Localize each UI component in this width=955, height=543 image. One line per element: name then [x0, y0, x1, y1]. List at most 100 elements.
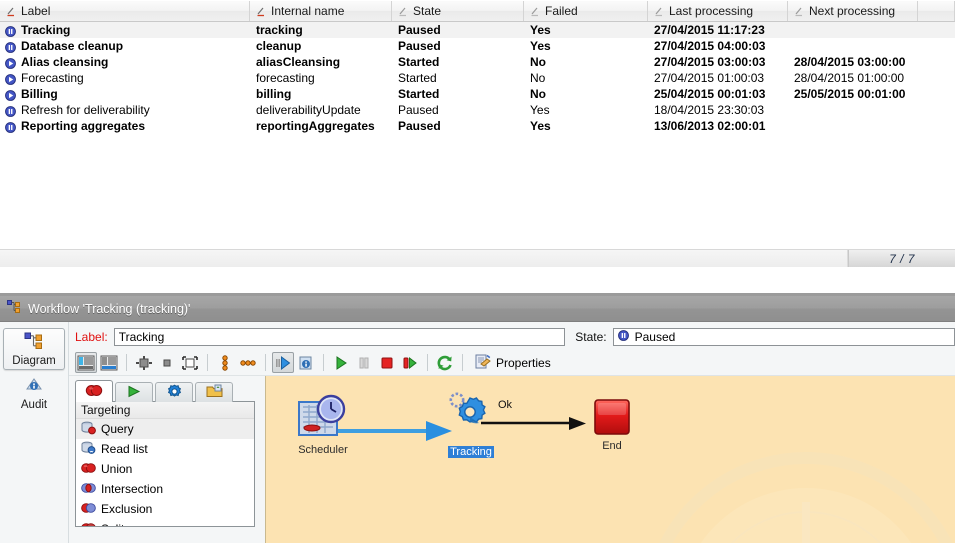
palette-tab-actions[interactable]: [155, 382, 193, 402]
workflow-canvas[interactable]: Ok Scheduler Tracking End: [265, 376, 955, 543]
palette-tabs: [75, 380, 265, 402]
palette-tab-flow-control[interactable]: [115, 382, 153, 402]
audit-icon: [25, 376, 43, 397]
cell-last-processing: 27/04/2015 11:17:23: [654, 23, 765, 37]
palette-items: Query Read list Union Intersection Exclusion…: [76, 419, 254, 526]
sort-asc-icon: [6, 6, 17, 17]
restart-button[interactable]: [399, 352, 421, 373]
table-row[interactable]: Billing billing Started No 25/04/2015 00:01:…: [0, 86, 955, 102]
node-tracking[interactable]: Tracking: [441, 388, 501, 458]
table-row[interactable]: Database cleanup cleanup Paused Yes 27/04/20…: [0, 38, 955, 54]
canvas-watermark: [659, 452, 953, 543]
node-scheduler-label: Scheduler: [298, 444, 348, 456]
cell-label: Forecasting: [0, 70, 250, 86]
workflow-label-input[interactable]: Tracking: [113, 328, 566, 346]
state-caption: State:: [575, 330, 607, 344]
cell-next-processing: 25/05/2015 00:01:00: [794, 87, 906, 101]
start-button[interactable]: [330, 352, 352, 373]
column-header-state[interactable]: State: [392, 1, 524, 21]
cell-label: Alias cleansing: [0, 54, 250, 70]
workflow-editor-pane: Workflow 'Tracking (tracking)' Diagram A…: [0, 296, 955, 543]
pane-splitter[interactable]: [0, 267, 955, 296]
cell-failed: Yes: [530, 103, 550, 117]
pause-button[interactable]: [353, 352, 375, 373]
cell-label: Reporting aggregates: [0, 118, 250, 134]
cell-state: Paused: [398, 119, 441, 133]
workflow-title: Workflow 'Tracking (tracking)': [28, 301, 191, 316]
rail-item-audit[interactable]: Audit: [4, 372, 64, 414]
end-icon: [594, 399, 630, 435]
step-forward-button[interactable]: [272, 352, 294, 373]
palette-item-label: Exclusion: [101, 502, 153, 516]
palette-item-label: Query: [101, 422, 134, 436]
workflow-titlebar: Workflow 'Tracking (tracking)': [0, 296, 955, 322]
palette-group-title: Targeting: [76, 402, 254, 419]
column-header-filler: [918, 1, 955, 21]
cell-last-processing: 27/04/2015 01:00:03: [654, 71, 765, 85]
column-header-last-processing[interactable]: Last processing: [648, 1, 788, 21]
fit-to-window-button[interactable]: [179, 352, 201, 373]
cell-last-processing: 18/04/2015 23:30:03: [654, 103, 765, 117]
actual-size-button[interactable]: [156, 352, 178, 373]
palette-item-union[interactable]: Union: [76, 459, 254, 479]
align-horizontal-button[interactable]: [237, 352, 259, 373]
node-end[interactable]: End: [591, 396, 633, 452]
cell-label: Database cleanup: [0, 38, 250, 54]
rail-item-diagram[interactable]: Diagram: [3, 328, 65, 370]
table-row[interactable]: Tracking tracking Paused Yes 27/04/2015 11:1…: [0, 22, 955, 38]
play-state-icon: [5, 57, 16, 69]
layout-vertical-button[interactable]: [98, 352, 120, 373]
cell-label-text: Billing: [21, 87, 58, 101]
layout-horizontal-button[interactable]: [75, 352, 97, 373]
horizontal-scrollbar[interactable]: [0, 250, 848, 267]
cell-state: Paused: [398, 23, 441, 37]
table-row[interactable]: Reporting aggregates reportingAggregates P…: [0, 118, 955, 134]
list-rows: Tracking tracking Paused Yes 27/04/2015 11:1…: [0, 22, 955, 134]
palette-item-query[interactable]: Query: [76, 419, 254, 439]
cell-failed: No: [530, 71, 546, 85]
table-row[interactable]: Alias cleansing aliasCleansing Started No 27…: [0, 54, 955, 70]
workflow-list-pane: Label Internal name State Failed Last pr…: [0, 0, 955, 267]
palette-item-exclusion[interactable]: Exclusion: [76, 499, 254, 519]
table-row[interactable]: Forecasting forecasting Started No 27/04/201…: [0, 70, 955, 86]
palette-item-read-list[interactable]: Read list: [76, 439, 254, 459]
column-header-label[interactable]: Label: [0, 1, 250, 21]
palette-list[interactable]: Targeting Query Read list Union Intersectio…: [75, 401, 255, 527]
info-button[interactable]: [295, 352, 317, 373]
column-header-next-processing[interactable]: Next processing: [788, 1, 918, 21]
pause-state-icon: [5, 41, 16, 53]
column-header-state-text: State: [413, 4, 442, 18]
column-header-next-processing-text: Next processing: [809, 4, 896, 18]
cell-failed: No: [530, 87, 546, 101]
palette-tab-events[interactable]: [195, 382, 233, 402]
palette-item-label: Intersection: [101, 482, 164, 496]
cell-internal-name: aliasCleansing: [256, 55, 341, 69]
palette-item-split[interactable]: Split: [76, 519, 254, 526]
palette-item-label: Read list: [101, 442, 148, 456]
cell-last-processing: 25/04/2015 00:01:03: [654, 87, 766, 101]
properties-button[interactable]: Properties: [469, 354, 557, 372]
align-vertical-button[interactable]: [214, 352, 236, 373]
exclusion-icon: [81, 502, 96, 517]
cell-last-processing: 27/04/2015 04:00:03: [654, 39, 766, 53]
fit-to-selection-button[interactable]: [133, 352, 155, 373]
cell-failed: Yes: [530, 39, 551, 53]
sort-asc-icon: [530, 6, 541, 17]
cell-internal-name: forecasting: [256, 71, 315, 85]
rail-item-audit-label: Audit: [20, 399, 48, 411]
column-header-internal-name-text: Internal name: [271, 4, 345, 18]
column-header-failed[interactable]: Failed: [524, 1, 648, 21]
palette-item-intersection[interactable]: Intersection: [76, 479, 254, 499]
stop-button[interactable]: [376, 352, 398, 373]
workflow-label-value: Tracking: [118, 330, 165, 344]
palette-tab-targeting[interactable]: [75, 380, 113, 402]
workflow-toolbar: Properties: [69, 350, 955, 376]
column-header-internal-name[interactable]: Internal name: [250, 1, 392, 21]
refresh-button[interactable]: [434, 352, 456, 373]
table-row[interactable]: Refresh for deliverability deliverability…: [0, 102, 955, 118]
intersection-icon: [81, 482, 96, 497]
play-state-icon: [5, 89, 16, 101]
sort-asc-icon: [654, 6, 665, 17]
workflow-state-field[interactable]: Paused: [612, 328, 955, 346]
node-scheduler[interactable]: Scheduler: [296, 394, 350, 456]
